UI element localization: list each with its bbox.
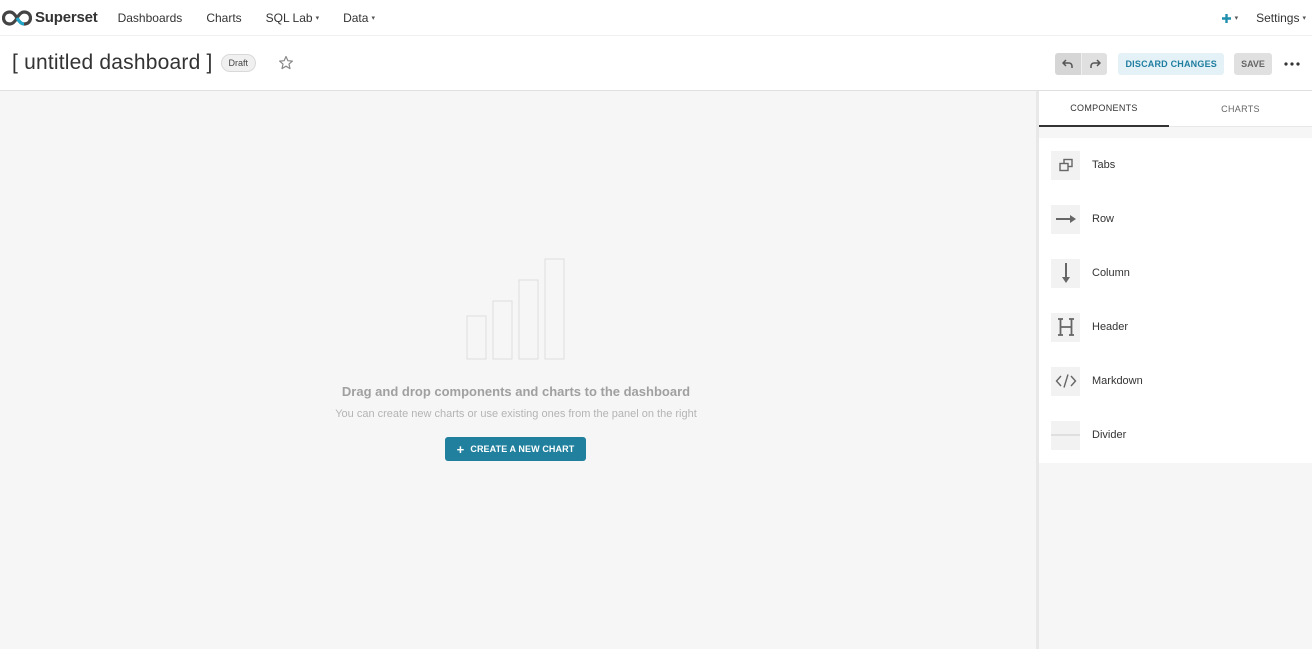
component-item-row[interactable]: Row xyxy=(1039,192,1312,246)
component-label: Header xyxy=(1092,321,1129,333)
caret-down-icon: ▾ xyxy=(1302,15,1306,22)
component-label: Column xyxy=(1092,267,1130,279)
component-label: Row xyxy=(1092,213,1115,225)
components-list: Tabs Row Column Header Markdown Divider xyxy=(1039,138,1312,463)
tabs-icon xyxy=(1051,150,1080,180)
component-item-divider[interactable]: Divider xyxy=(1039,408,1312,462)
nav-menu: Dashboards Charts SQL Lab ▾ Data ▾ xyxy=(118,11,399,25)
create-new-chart-label: CREATE A NEW CHART xyxy=(470,444,575,454)
new-item-menu-button[interactable]: ▾ xyxy=(1221,13,1239,24)
nav-item-data[interactable]: Data ▾ xyxy=(343,11,375,25)
nav-item-dashboards[interactable]: Dashboards xyxy=(118,11,183,25)
component-label: Tabs xyxy=(1092,159,1116,171)
discard-changes-button[interactable]: DISCARD CHANGES xyxy=(1118,52,1224,75)
superset-logo-icon xyxy=(2,9,32,26)
caret-down-icon: ▾ xyxy=(371,14,375,22)
nav-item-sql-lab[interactable]: SQL Lab ▾ xyxy=(266,11,319,25)
empty-chart-illustration-icon xyxy=(466,258,565,360)
caret-down-icon: ▾ xyxy=(315,14,320,22)
component-item-header[interactable]: Header xyxy=(1039,300,1312,354)
component-item-markdown[interactable]: Markdown xyxy=(1039,354,1312,408)
plus-icon xyxy=(1221,13,1231,23)
caret-down-icon: ▾ xyxy=(1234,15,1239,22)
header-actions: DISCARD CHANGES SAVE xyxy=(1055,36,1312,91)
tab-components[interactable]: COMPONENTS xyxy=(1039,91,1169,127)
component-item-column[interactable]: Column xyxy=(1039,246,1312,300)
header-h-icon xyxy=(1051,312,1080,342)
settings-menu[interactable]: Settings ▾ xyxy=(1256,11,1306,25)
nav-right: ▾ Settings ▾ xyxy=(1221,0,1306,36)
builder-side-panel: COMPONENTS CHARTS Tabs Row Column Header… xyxy=(1039,91,1312,649)
draft-badge: Draft xyxy=(220,54,257,72)
brand-name: Superset xyxy=(35,9,98,26)
side-panel-tabs: COMPONENTS CHARTS xyxy=(1039,91,1312,127)
component-item-tabs[interactable]: Tabs xyxy=(1039,138,1312,192)
dashboard-title[interactable]: [ untitled dashboard ] xyxy=(12,51,213,75)
empty-state-subtitle: You can create new charts or use existin… xyxy=(335,408,697,420)
column-arrow-icon xyxy=(1051,258,1080,288)
nav-item-label: Charts xyxy=(206,10,242,25)
row-arrow-icon xyxy=(1051,204,1080,234)
star-icon[interactable] xyxy=(278,55,294,71)
undo-icon xyxy=(1062,58,1074,68)
undo-button[interactable] xyxy=(1055,52,1082,75)
save-button[interactable]: SAVE xyxy=(1234,52,1272,75)
redo-button[interactable] xyxy=(1081,52,1108,75)
redo-icon xyxy=(1090,58,1101,68)
tab-charts[interactable]: CHARTS xyxy=(1169,91,1312,127)
plus-icon: + xyxy=(456,441,465,457)
more-horizontal-icon xyxy=(1284,61,1300,66)
divider-icon xyxy=(1051,420,1080,450)
component-label: Markdown xyxy=(1092,375,1143,387)
nav-item-label: Data xyxy=(343,10,369,25)
settings-label: Settings xyxy=(1256,11,1300,25)
dashboard-header: [ untitled dashboard ] Draft DISCARD CHA… xyxy=(0,36,1312,91)
nav-item-label: SQL Lab xyxy=(265,10,313,25)
empty-state-title: Drag and drop components and charts to t… xyxy=(341,384,691,399)
top-navbar: Superset Dashboards Charts SQL Lab ▾ Data… xyxy=(0,0,1312,36)
undo-redo-group xyxy=(1055,52,1108,75)
brand-logo[interactable]: Superset xyxy=(2,0,98,36)
dashboard-canvas[interactable]: Drag and drop components and charts to t… xyxy=(0,91,1036,649)
nav-item-charts[interactable]: Charts xyxy=(206,11,241,25)
component-label: Divider xyxy=(1092,429,1127,441)
create-new-chart-button[interactable]: + CREATE A NEW CHART xyxy=(445,437,586,461)
code-icon xyxy=(1051,366,1080,396)
more-options-button[interactable] xyxy=(1282,53,1302,75)
nav-item-label: Dashboards xyxy=(117,10,183,25)
